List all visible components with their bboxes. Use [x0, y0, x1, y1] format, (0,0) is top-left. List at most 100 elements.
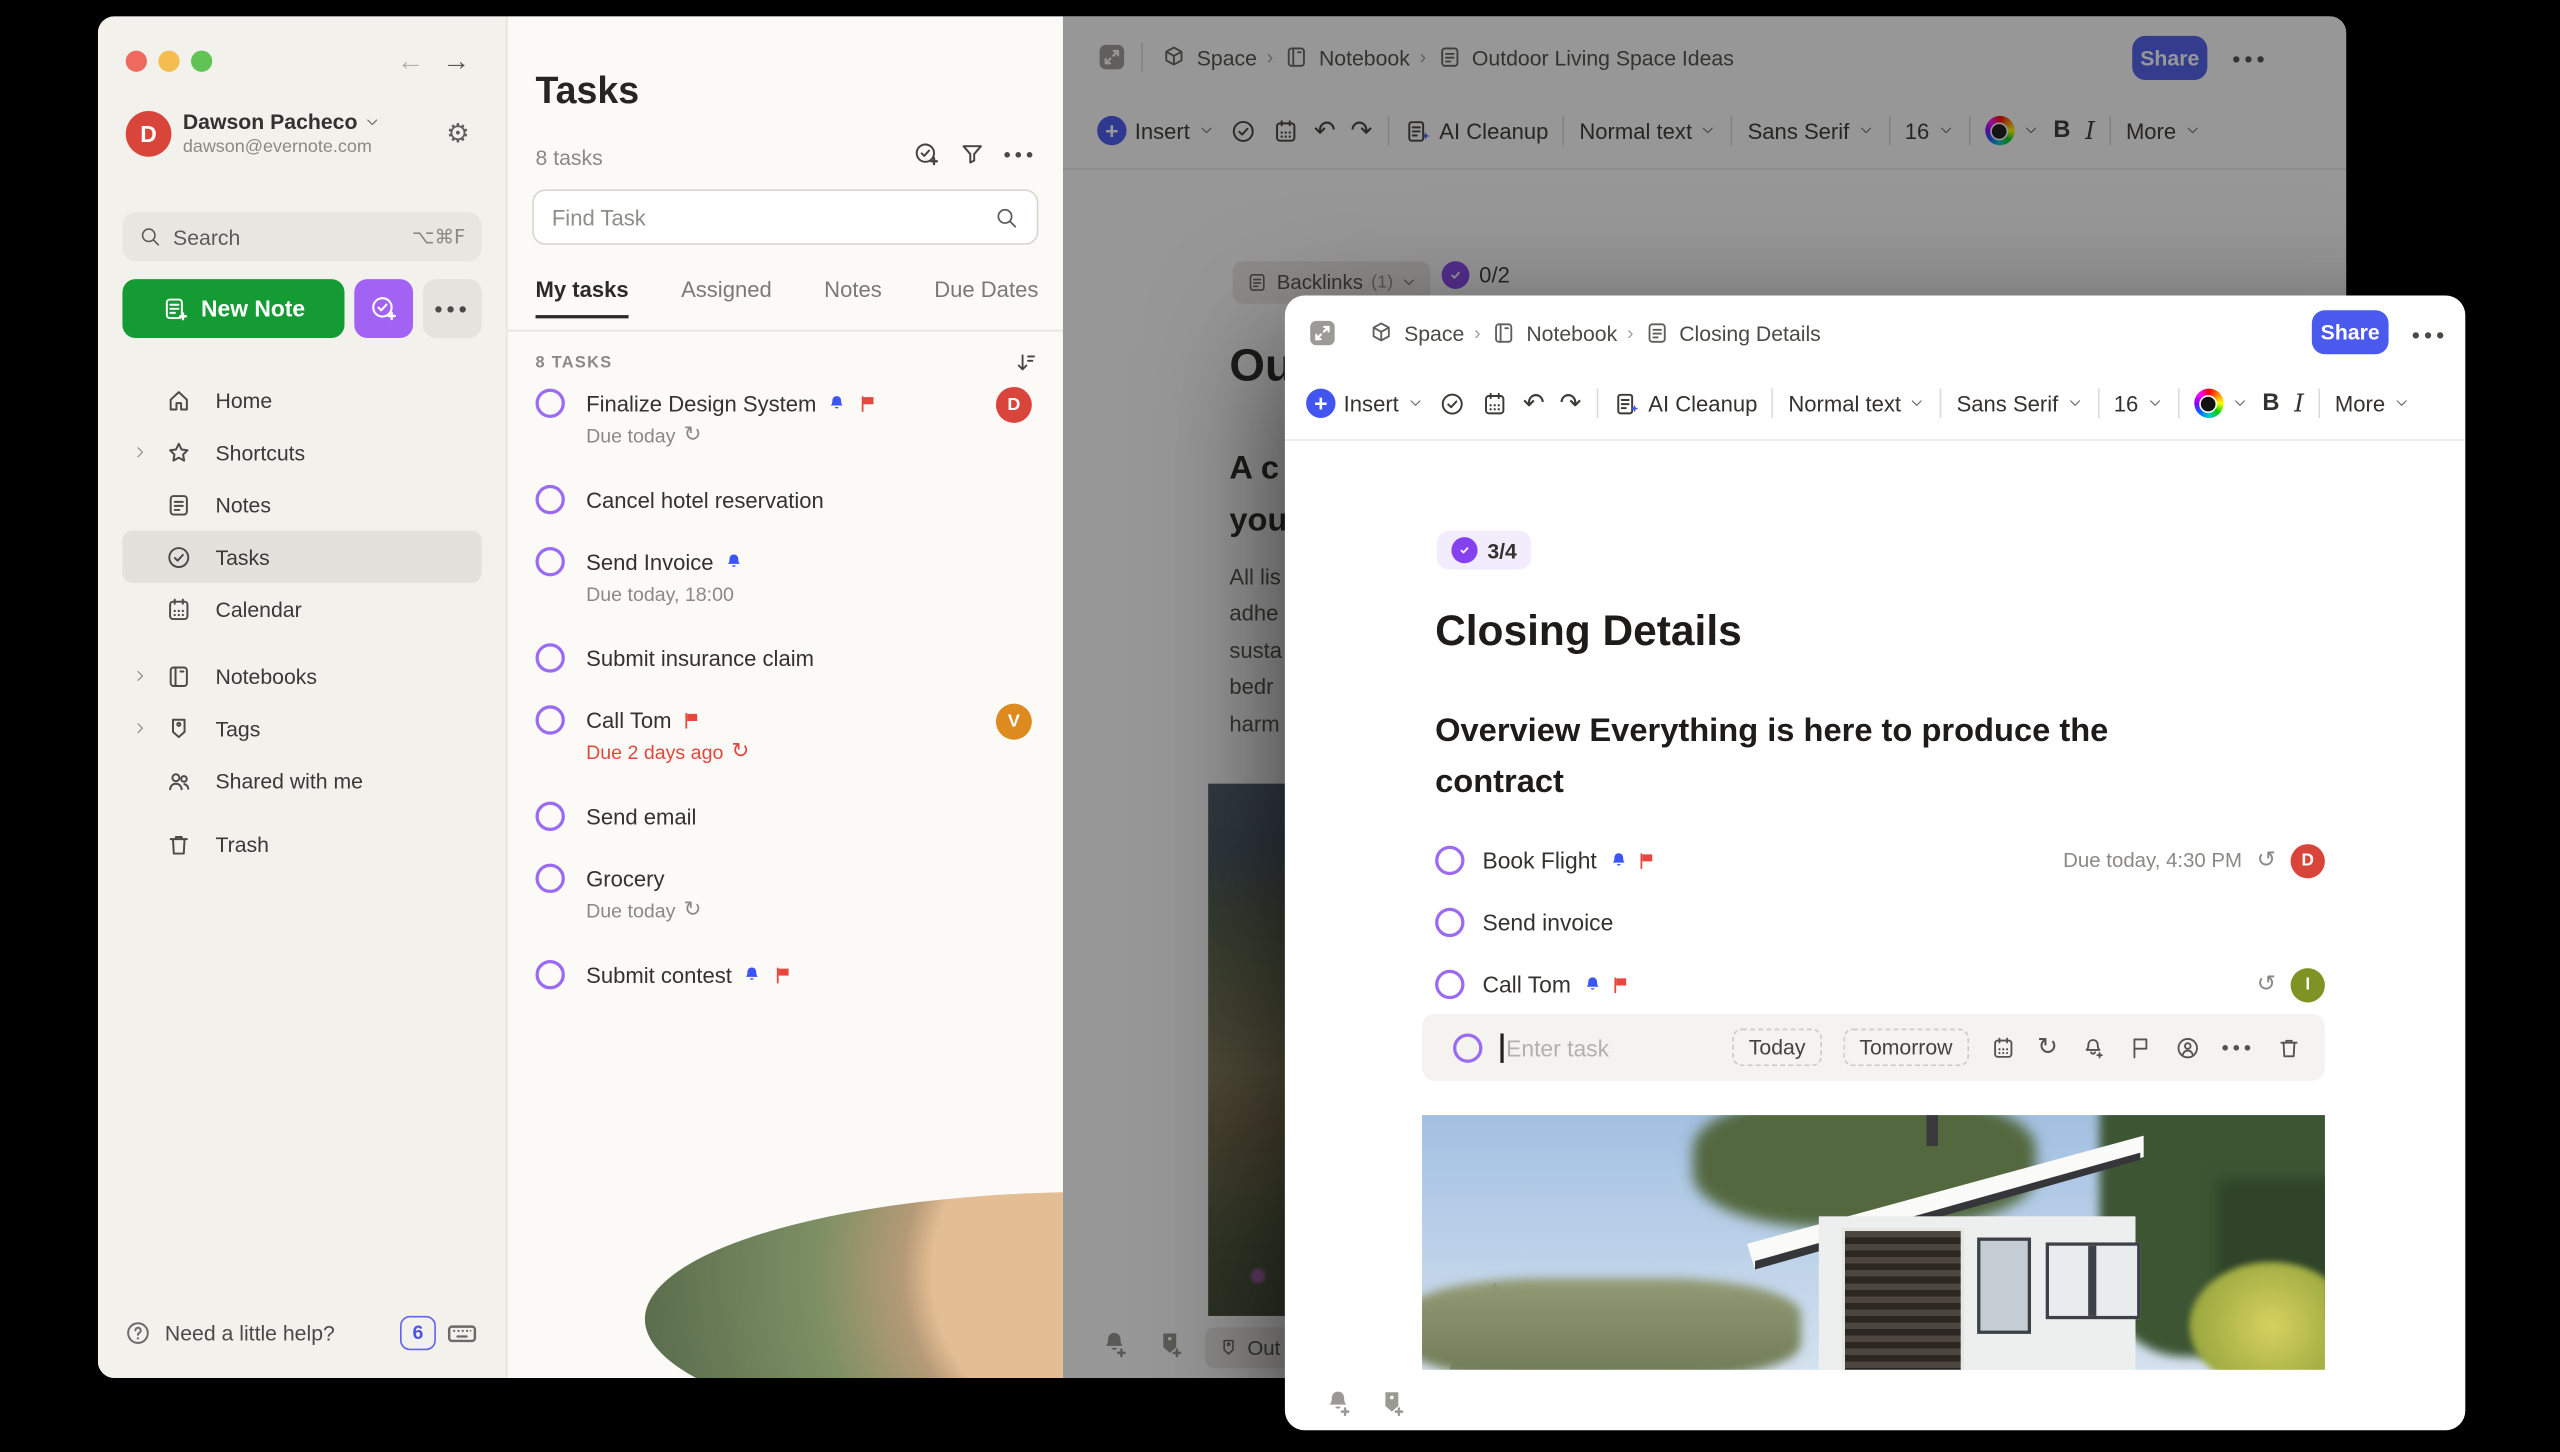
sidebar-item-shared-with-me[interactable]: Shared with me	[122, 754, 481, 806]
task-row[interactable]: Finalize Design SystemDue today↻D	[508, 372, 1065, 468]
task-row[interactable]: Send email	[508, 785, 1065, 847]
calendar-icon[interactable]	[1480, 389, 1508, 417]
insert-button[interactable]: + Insert	[1306, 389, 1423, 418]
assignee-avatar[interactable]: D	[996, 387, 1032, 423]
sidebar-item-tasks[interactable]: Tasks	[122, 531, 481, 583]
account-switcher[interactable]: D Dawson Pacheco dawson@evernote.com	[126, 109, 479, 156]
ai-cleanup-button[interactable]: AI Cleanup	[1612, 389, 1757, 417]
due-date-icon[interactable]	[1990, 1034, 2016, 1060]
notification-count-badge[interactable]: 6	[400, 1315, 436, 1349]
task-row[interactable]: Send invoice	[1435, 891, 2325, 953]
sidebar-item-shortcuts[interactable]: Shortcuts	[122, 426, 481, 478]
nav-forward-button[interactable]: →	[442, 47, 470, 75]
keyboard-shortcuts-icon[interactable]	[444, 1315, 480, 1349]
due-tomorrow-button[interactable]: Tomorrow	[1843, 1029, 1969, 1067]
tab-my-tasks[interactable]: My tasks	[536, 278, 629, 317]
assignee-avatar[interactable]: I	[2291, 967, 2325, 1001]
reminder-icon[interactable]	[2079, 1034, 2105, 1060]
bold-button[interactable]: B	[2262, 390, 2279, 416]
task-check-icon[interactable]	[1438, 389, 1466, 417]
assignee-avatar[interactable]: V	[996, 704, 1032, 740]
add-reminder-icon[interactable]	[1322, 1388, 1353, 1419]
note-more-icon[interactable]: ●●●	[2411, 327, 2447, 343]
sidebar-item-notebooks[interactable]: Notebooks	[122, 650, 481, 702]
delete-task-icon[interactable]	[2276, 1034, 2302, 1060]
task-checkbox[interactable]	[1435, 970, 1464, 999]
share-button[interactable]: Share	[2312, 310, 2389, 354]
flag-icon[interactable]	[2127, 1034, 2153, 1060]
text-color-button[interactable]	[2194, 389, 2248, 418]
search-input[interactable]: Search ⌥⌘F	[122, 212, 481, 261]
window-close-button[interactable]	[126, 51, 147, 72]
task-checkbox[interactable]	[536, 864, 565, 893]
help-label[interactable]: Need a little help?	[165, 1320, 335, 1344]
tab-assigned[interactable]: Assigned	[681, 278, 772, 317]
sidebar-item-trash[interactable]: Trash	[122, 818, 481, 870]
text-style-dropdown[interactable]: Normal text	[1788, 391, 1925, 415]
find-task-input[interactable]: Find Task	[532, 189, 1038, 245]
task-row[interactable]: Call TomDue 2 days ago↻V	[508, 689, 1065, 785]
window-zoom-button[interactable]	[191, 51, 212, 72]
font-dropdown[interactable]: Sans Serif	[1957, 391, 2083, 415]
task-checkbox[interactable]	[536, 547, 565, 576]
tab-notes[interactable]: Notes	[824, 278, 882, 317]
task-due-meta: Due today↻	[586, 420, 878, 451]
task-checkbox[interactable]	[1435, 908, 1464, 937]
tasks-more-icon[interactable]: ●●●	[1003, 147, 1036, 162]
tab-due-dates[interactable]: Due Dates	[934, 278, 1038, 317]
new-note-button[interactable]: New Note	[122, 279, 344, 338]
redo-icon[interactable]: ↷	[1559, 390, 1581, 416]
assignee-icon[interactable]	[2174, 1034, 2200, 1060]
sidebar-item-notes[interactable]: Notes	[122, 478, 481, 530]
task-due-text: Due today	[586, 424, 675, 447]
italic-button[interactable]: I	[2294, 389, 2304, 418]
add-task-icon[interactable]	[912, 140, 940, 168]
due-today-button[interactable]: Today	[1732, 1029, 1821, 1067]
new-task-row[interactable]: Enter task Today Tomorrow ↻ ●●●	[1422, 1014, 2325, 1081]
sidebar-item-calendar[interactable]: Calendar	[122, 583, 481, 635]
expand-window-icon[interactable]	[1308, 318, 1337, 347]
task-row[interactable]: Cancel hotel reservation	[508, 469, 1065, 531]
task-row[interactable]: Call Tom↺I	[1435, 953, 2325, 1015]
recurrence-icon[interactable]: ↺	[2257, 849, 2276, 872]
nav-back-button[interactable]: ←	[397, 47, 425, 75]
task-checkbox[interactable]	[536, 389, 565, 418]
font-size-dropdown[interactable]: 16	[2114, 391, 2163, 415]
recurrence-icon[interactable]: ↺	[2257, 973, 2276, 996]
add-tag-icon[interactable]	[1376, 1388, 1407, 1419]
assignee-avatar[interactable]: D	[2291, 843, 2325, 877]
task-checkbox[interactable]	[536, 705, 565, 734]
sidebar-item-home[interactable]: Home	[122, 374, 481, 426]
recurrence-icon[interactable]: ↻	[2037, 1035, 2058, 1059]
expand-chevron-icon[interactable]	[132, 444, 148, 460]
task-more-icon[interactable]: ●●●	[2221, 1040, 2254, 1055]
breadcrumb-notebook[interactable]: Notebook	[1526, 321, 1617, 345]
task-row[interactable]: GroceryDue today↻	[508, 847, 1065, 943]
note-image-house[interactable]	[1422, 1115, 2325, 1370]
sidebar-more-button[interactable]: ●●●	[423, 279, 482, 338]
people-icon	[165, 767, 193, 795]
new-task-button[interactable]	[354, 279, 413, 338]
task-checkbox[interactable]	[536, 960, 565, 989]
breadcrumb-note-title[interactable]: Closing Details	[1679, 321, 1821, 345]
task-checkbox[interactable]	[1435, 846, 1464, 875]
task-row[interactable]: Send InvoiceDue today, 18:00	[508, 531, 1065, 627]
breadcrumb-space[interactable]: Space	[1404, 321, 1464, 345]
sidebar-item-tags[interactable]: Tags	[122, 702, 481, 754]
question-circle-icon[interactable]	[124, 1318, 152, 1346]
task-checkbox[interactable]	[536, 485, 565, 514]
task-checkbox[interactable]	[536, 802, 565, 831]
settings-gear-icon[interactable]: ⚙	[444, 119, 472, 147]
expand-chevron-icon[interactable]	[132, 720, 148, 736]
task-row[interactable]: Book FlightDue today, 4:30 PM↺D	[1435, 829, 2325, 891]
task-row[interactable]: Submit insurance claim	[508, 627, 1065, 689]
task-title-line: Submit contest	[586, 958, 794, 991]
task-checkbox[interactable]	[536, 643, 565, 672]
more-dropdown[interactable]: More	[2335, 391, 2410, 415]
task-row[interactable]: Submit contest	[508, 944, 1065, 1006]
window-minimize-button[interactable]	[158, 51, 179, 72]
task-checkbox[interactable]	[1453, 1033, 1482, 1062]
undo-icon[interactable]: ↶	[1523, 390, 1545, 416]
expand-chevron-icon[interactable]	[132, 668, 148, 684]
filter-icon[interactable]	[958, 140, 986, 168]
